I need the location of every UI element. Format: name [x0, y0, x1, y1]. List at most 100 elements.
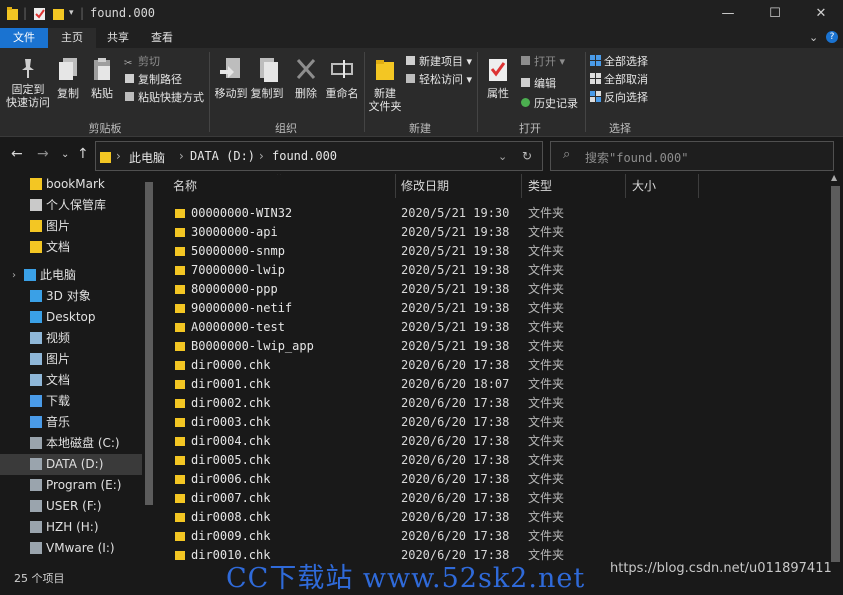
file-row[interactable]: dir0006.chk 2020/6/20 17:38 文件夹 [157, 470, 827, 489]
properties-button[interactable]: 属性 [483, 56, 513, 100]
up-button[interactable]: ↑ [77, 146, 89, 162]
column-header-type[interactable]: 类型 [528, 174, 552, 198]
file-row[interactable]: dir0005.chk 2020/6/20 17:38 文件夹 [157, 451, 827, 470]
file-row[interactable]: dir0004.chk 2020/6/20 17:38 文件夹 [157, 432, 827, 451]
sidebar-item[interactable]: Desktop [0, 307, 142, 328]
history-button[interactable]: 历史记录 [520, 96, 578, 112]
sidebar-item[interactable]: 本地磁盘 (C:) [0, 433, 142, 454]
item-count: 25 个项目 [14, 572, 65, 585]
folder-icon [175, 247, 185, 256]
minimize-button[interactable]: — [705, 0, 751, 28]
back-button[interactable]: ← [11, 146, 23, 162]
file-row[interactable]: dir0008.chk 2020/6/20 17:38 文件夹 [157, 508, 827, 527]
file-row[interactable]: dir0003.chk 2020/6/20 17:38 文件夹 [157, 413, 827, 432]
copy-to-button[interactable]: 复制到 [249, 56, 285, 100]
sidebar-item[interactable]: VMware (I:) [0, 538, 142, 559]
tab-share[interactable]: 共享 [96, 28, 140, 48]
file-type: 文件夹 [528, 206, 565, 220]
select-none-button[interactable]: 全部取消 [590, 72, 648, 88]
pin-quick-access-button[interactable]: 固定到 快速访问 [6, 56, 50, 109]
new-folder-icon[interactable] [53, 6, 65, 22]
file-row[interactable]: dir0001.chk 2020/6/20 18:07 文件夹 [157, 375, 827, 394]
tab-home[interactable]: 主页 [48, 28, 96, 48]
help-icon[interactable]: ? [826, 31, 838, 43]
scroll-up-icon[interactable]: ▲ [831, 173, 837, 182]
paste-button[interactable]: 粘贴 [88, 56, 116, 100]
collapse-ribbon-icon[interactable]: ⌄ [809, 31, 818, 44]
sidebar-scroll-thumb[interactable] [145, 182, 153, 505]
file-row[interactable]: 30000000-api 2020/5/21 19:38 文件夹 [157, 223, 827, 242]
address-dropdown-icon[interactable]: ⌄ [498, 150, 507, 163]
invert-selection-button[interactable]: 反向选择 [590, 90, 648, 106]
tab-view[interactable]: 查看 [140, 28, 184, 48]
file-row[interactable]: A0000000-test 2020/5/21 19:38 文件夹 [157, 318, 827, 337]
sidebar-item[interactable]: 图片 [0, 349, 142, 370]
forward-button[interactable]: → [37, 146, 49, 162]
sidebar-item[interactable]: 此电脑 › [0, 265, 142, 286]
paste-shortcut-button[interactable]: 粘贴快捷方式 [124, 90, 204, 106]
file-row[interactable]: 00000000-WIN32 2020/5/21 19:30 文件夹 [157, 204, 827, 223]
sidebar-item[interactable]: USER (F:) [0, 496, 142, 517]
select-all-button[interactable]: 全部选择 [590, 54, 648, 70]
customize-quick-access-icon[interactable]: ▾ [69, 8, 74, 24]
column-header-modified[interactable]: 修改日期 [401, 174, 449, 198]
column-header-size[interactable]: 大小 [632, 174, 656, 198]
delete-button[interactable]: 删除 [292, 56, 320, 100]
sidebar-item[interactable]: Program (E:) [0, 475, 142, 496]
rename-button[interactable]: 重命名 [324, 56, 360, 100]
file-modified: 2020/6/20 17:38 [401, 510, 510, 524]
move-to-button[interactable]: 移动到 [213, 56, 249, 100]
sidebar-item[interactable]: 图片 [0, 216, 142, 237]
column-separator[interactable] [521, 174, 522, 198]
file-row[interactable]: 50000000-snmp 2020/5/21 19:38 文件夹 [157, 242, 827, 261]
close-button[interactable]: ✕ [798, 0, 843, 28]
column-separator[interactable] [395, 174, 396, 198]
address-box[interactable]: › 此电脑 › DATA (D:) › found.000 ⌄ ↻ [95, 141, 543, 171]
search-input[interactable]: 搜索"found.000" [585, 149, 688, 166]
sidebar-item[interactable]: 文档 [0, 370, 142, 391]
new-folder-button[interactable]: 新建 文件夹 [368, 56, 402, 113]
open-button[interactable]: 打开 ▾ [520, 54, 565, 70]
properties-icon[interactable] [33, 6, 47, 22]
tab-file[interactable]: 文件 [0, 28, 48, 48]
breadcrumb-drive[interactable]: DATA (D:) [190, 149, 255, 163]
search-box[interactable]: ⌕ 搜索"found.000" [550, 141, 834, 171]
easy-access-button[interactable]: 轻松访问 ▾ [405, 72, 472, 88]
file-row[interactable]: 90000000-netif 2020/5/21 19:38 文件夹 [157, 299, 827, 318]
file-list-scroll-thumb[interactable] [831, 186, 840, 562]
cut-button[interactable]: ✂ 剪切 [124, 54, 160, 70]
file-row[interactable]: dir0009.chk 2020/6/20 17:38 文件夹 [157, 527, 827, 546]
file-type: 文件夹 [528, 282, 565, 296]
expand-chevron-icon[interactable]: › [12, 265, 16, 286]
sidebar-item[interactable]: DATA (D:) [0, 454, 142, 475]
group-select: 选择 [609, 122, 631, 135]
breadcrumb-pc[interactable]: 此电脑 [129, 149, 165, 166]
recent-locations-button[interactable]: ⌄ [61, 149, 69, 160]
edit-button[interactable]: 编辑 [520, 76, 556, 92]
sidebar-item[interactable]: 3D 对象 [0, 286, 142, 307]
column-header-name[interactable]: 名称 [173, 174, 197, 198]
column-separator[interactable] [625, 174, 626, 198]
group-divider [209, 52, 210, 132]
maximize-button[interactable]: ☐ [752, 0, 798, 28]
copy-path-button[interactable]: 复制路径 [124, 72, 182, 88]
sidebar-item[interactable]: HZH (H:) [0, 517, 142, 538]
breadcrumb-folder[interactable]: found.000 [272, 149, 337, 163]
sidebar-item[interactable]: 下载 [0, 391, 142, 412]
sidebar-item[interactable]: 音乐 [0, 412, 142, 433]
file-row[interactable]: 70000000-lwip 2020/5/21 19:38 文件夹 [157, 261, 827, 280]
file-row[interactable]: dir0000.chk 2020/6/20 17:38 文件夹 [157, 356, 827, 375]
new-item-button[interactable]: 新建项目 ▾ [405, 54, 472, 70]
file-row[interactable]: dir0002.chk 2020/6/20 17:38 文件夹 [157, 394, 827, 413]
file-row[interactable]: B0000000-lwip_app 2020/5/21 19:38 文件夹 [157, 337, 827, 356]
file-row[interactable]: dir0007.chk 2020/6/20 17:38 文件夹 [157, 489, 827, 508]
sidebar-item[interactable]: 个人保管库 [0, 195, 142, 216]
copy-button[interactable]: 复制 [54, 56, 82, 100]
sidebar-item-label: 图片 [46, 219, 71, 233]
sidebar-item[interactable]: 视频 [0, 328, 142, 349]
column-separator[interactable] [698, 174, 699, 198]
sidebar-item[interactable]: 文档 [0, 237, 142, 258]
file-row[interactable]: 80000000-ppp 2020/5/21 19:38 文件夹 [157, 280, 827, 299]
sidebar-item[interactable]: bookMark [0, 174, 142, 195]
refresh-icon[interactable]: ↻ [522, 149, 532, 163]
